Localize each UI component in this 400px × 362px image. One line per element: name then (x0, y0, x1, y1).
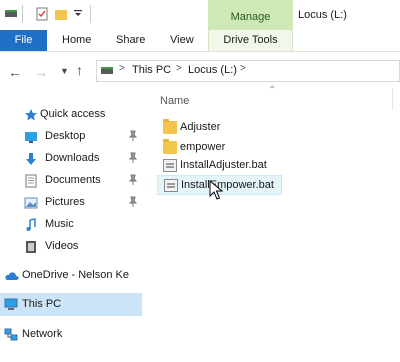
tab-home[interactable]: Home (62, 30, 91, 51)
breadcrumb-separator-icon[interactable]: > (176, 63, 182, 74)
breadcrumb-this-pc[interactable]: This PC (132, 64, 171, 76)
recent-locations-icon[interactable]: ▼ (60, 66, 69, 76)
mouse-cursor-icon (209, 180, 223, 200)
film-icon (26, 241, 36, 253)
ribbon-tab-bar (0, 30, 400, 52)
pin-icon[interactable] (128, 152, 138, 164)
pin-icon[interactable] (128, 196, 138, 208)
nav-music[interactable]: Music (0, 214, 142, 236)
column-divider[interactable] (392, 88, 393, 110)
nav-onedrive[interactable]: OneDrive - Nelson Ke (0, 265, 142, 287)
nav-network[interactable]: Network (0, 324, 142, 346)
batch-file-icon (163, 159, 177, 172)
new-folder-icon[interactable] (54, 7, 68, 21)
list-item[interactable]: Adjuster (157, 118, 307, 138)
tab-drive-tools[interactable]: Drive Tools (208, 30, 293, 51)
computer-icon (4, 298, 18, 310)
sort-caret-icon: ⌃ (268, 85, 277, 96)
nav-pictures[interactable]: Pictures (0, 192, 142, 214)
properties-icon[interactable] (35, 7, 49, 21)
breadcrumb-separator-icon[interactable]: > (240, 63, 246, 74)
star-icon (25, 109, 37, 121)
pin-icon[interactable] (128, 130, 138, 142)
nav-videos[interactable]: Videos (0, 236, 142, 258)
list-item[interactable]: empower (157, 138, 307, 158)
manage-contextual-tab[interactable]: Manage (208, 0, 293, 32)
folder-icon (163, 119, 177, 134)
document-icon (25, 174, 37, 188)
tab-view[interactable]: View (170, 30, 194, 51)
music-note-icon (26, 218, 36, 231)
tab-share[interactable]: Share (116, 30, 145, 51)
breadcrumb-separator-icon[interactable]: > (119, 63, 125, 74)
pin-icon[interactable] (128, 174, 138, 186)
nav-downloads[interactable]: Downloads (0, 148, 142, 170)
list-item[interactable]: InstallAdjuster.bat (157, 156, 307, 176)
tab-file[interactable]: File (0, 30, 47, 51)
nav-this-pc[interactable]: This PC (0, 293, 142, 316)
desktop-icon (25, 132, 37, 143)
folder-icon (163, 139, 177, 154)
back-arrow-icon[interactable]: ← (8, 64, 22, 80)
this-pc-drive-icon (101, 67, 113, 74)
pictures-icon (24, 197, 38, 209)
network-icon (4, 328, 18, 341)
divider (22, 5, 23, 23)
cloud-icon (5, 272, 19, 280)
batch-file-icon (164, 179, 178, 192)
breadcrumb-locus[interactable]: Locus (L:) (188, 64, 237, 76)
download-arrow-icon (26, 153, 36, 165)
customize-toolbar-icon[interactable] (74, 10, 82, 18)
forward-arrow-icon[interactable]: → (34, 64, 48, 80)
nav-quick-access[interactable]: Quick access (0, 104, 142, 126)
nav-documents[interactable]: Documents (0, 170, 142, 192)
drive-icon (5, 10, 17, 17)
window-title: Locus (L:) (298, 9, 347, 21)
column-header-name[interactable]: Name (160, 95, 189, 107)
nav-desktop[interactable]: Desktop (0, 126, 142, 148)
up-arrow-icon[interactable]: ↑ (76, 62, 83, 78)
divider (90, 5, 91, 23)
